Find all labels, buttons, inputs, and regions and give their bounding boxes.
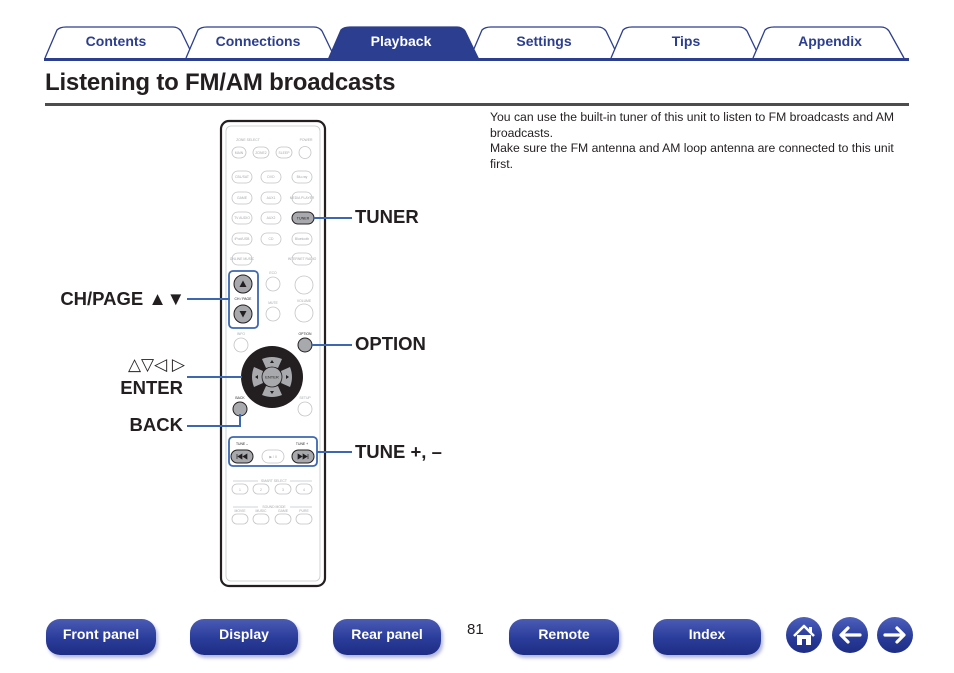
callout-tuner: TUNER <box>355 206 419 227</box>
remote-label-tune-plus: TUNE + <box>296 442 308 446</box>
remote-label-mute: MUTE <box>268 301 278 305</box>
home-button[interactable] <box>786 617 822 653</box>
leader-line-option <box>312 344 352 346</box>
remote-btn-movie: MOVIE <box>235 509 247 513</box>
remote-label-ch-page: CH / PAGE <box>235 297 253 301</box>
remote-label-tune-minus: TUNE – <box>236 442 248 446</box>
remote-btn-aux1: AUX1 <box>267 196 276 200</box>
remote-btn-smart-2: 2 <box>260 488 262 492</box>
remote-btn-online-music: ONLINE MUSIC <box>230 257 255 261</box>
remote-btn-internet-radio: INTERNET RADIO <box>288 257 317 261</box>
leader-line-back-vertical <box>239 414 241 427</box>
display-button[interactable]: Display <box>190 619 298 655</box>
remote-label-setup: SETUP <box>299 396 311 400</box>
callout-ch-page: CH/PAGE ▲▼ <box>60 288 185 309</box>
remote-btn-main: MAIN <box>235 151 244 155</box>
remote-btn-smart-4: 4 <box>303 488 305 492</box>
next-page-button[interactable] <box>877 617 913 653</box>
callout-enter: ENTER <box>120 377 183 398</box>
back-arrow-icon <box>839 626 862 644</box>
remote-btn-sleep: SLEEP <box>279 151 291 155</box>
remote-label-volume: VOLUME <box>297 299 312 303</box>
remote-btn-pure: PURE <box>299 509 309 513</box>
forward-arrow-icon <box>883 626 906 644</box>
remote-btn-play-pause: ▶ / II <box>269 455 276 459</box>
remote-btn-cbl-sat: CBL/SAT <box>235 175 249 179</box>
index-button[interactable]: Index <box>653 619 761 655</box>
remote-btn-tuner-label: TUNER <box>297 217 310 221</box>
page-number: 81 <box>467 621 484 638</box>
callout-cursor-arrows: △▽◁ ▷ <box>127 355 185 374</box>
home-icon <box>793 624 815 645</box>
leader-line-back <box>187 425 240 427</box>
remote-label-info: INFO <box>237 332 245 336</box>
remote-label-option: OPTION <box>299 332 313 336</box>
leader-line-tuner <box>314 217 352 219</box>
remote-btn-bluetooth: Bluetooth <box>295 237 309 241</box>
remote-btn-zone2: ZONE2 <box>255 151 266 155</box>
callout-tune: TUNE +, – <box>355 441 442 462</box>
remote-label-back: BACK <box>235 396 245 400</box>
leader-line-ch-page <box>187 298 230 300</box>
remote-btn-option <box>297 337 313 353</box>
remote-label-enter: ENTER <box>265 375 279 380</box>
remote-btn-cd: CD <box>269 237 274 241</box>
remote-btn-media-player: MEDIA PLAYER <box>290 196 315 200</box>
remote-btn-bluray: Blu-ray <box>297 175 308 179</box>
remote-btn-smart-3: 3 <box>282 488 284 492</box>
leader-line-enter <box>187 376 242 378</box>
remote-label-eco: ECO <box>269 271 277 275</box>
callout-option: OPTION <box>355 333 426 354</box>
remote-btn-tv-audio: TV AUDIO <box>234 216 250 220</box>
remote-label-power: POWER <box>300 138 313 142</box>
remote-btn-game: GAME <box>237 196 248 200</box>
remote-btn-music: MUSIC <box>256 509 267 513</box>
remote-btn-smart-1: 1 <box>239 488 241 492</box>
previous-page-button[interactable] <box>832 617 868 653</box>
remote-btn-ipod-usb: iPod/USB <box>235 237 250 241</box>
rear-panel-button[interactable]: Rear panel <box>333 619 441 655</box>
remote-label-zone-select: ZONE SELECT <box>236 138 260 142</box>
remote-label-smart-select: SMART SELECT <box>261 479 287 483</box>
remote-btn-game-mode: GAME <box>278 509 289 513</box>
front-panel-button[interactable]: Front panel <box>46 619 156 655</box>
remote-button[interactable]: Remote <box>509 619 619 655</box>
remote-btn-dvd: DVD <box>267 175 275 179</box>
callout-back: BACK <box>129 414 183 435</box>
leader-line-tune <box>317 451 352 453</box>
remote-btn-aux2: AUX2 <box>267 216 276 220</box>
